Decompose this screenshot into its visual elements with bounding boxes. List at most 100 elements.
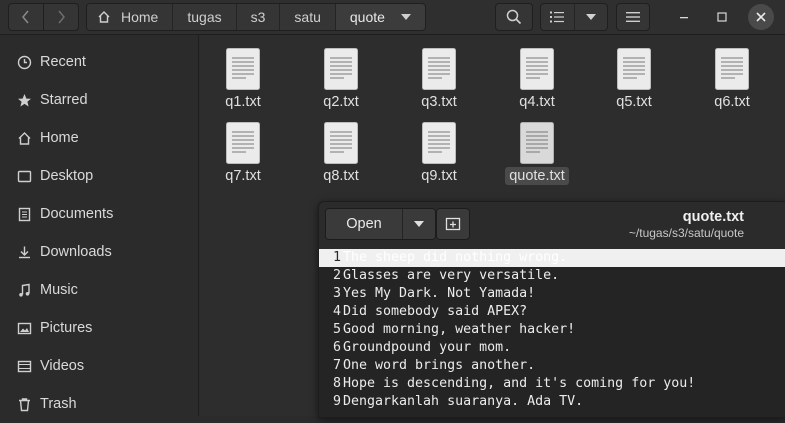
file-item[interactable]: q1.txt [203,48,283,111]
text-line: 9 Dengarkanlah suaranya. Ada TV. [319,393,785,411]
sidebar-item-starred[interactable]: Starred [0,81,198,119]
file-preview-popover: Open quote.txt ~/tugas/s3/satu/quote 1 Th… [318,201,785,418]
text-file-icon [422,48,456,90]
sidebar-item-videos[interactable]: Videos [0,347,198,385]
sidebar-item-downloads[interactable]: Downloads [0,233,198,271]
sidebar-item-home[interactable]: Home [0,119,198,157]
line-text: Yes My Dark. Not Yamada! [343,286,536,301]
dropdown-arrow-icon [414,221,424,227]
close-button[interactable] [748,4,774,30]
file-name: q6.txt [714,94,750,110]
chevron-right-icon [58,10,65,24]
text-line: 7 One word brings another. [319,357,785,375]
breadcrumb-quote[interactable]: quote [335,4,425,30]
file-item[interactable]: q4.txt [497,48,577,111]
preview-text-area[interactable]: 1 The sheep did nothing wrong. 2 Glasses a… [319,249,785,417]
file-item[interactable]: q8.txt [301,122,381,185]
text-line: 1 The sheep did nothing wrong. [319,249,785,267]
file-item[interactable]: q6.txt [692,48,772,111]
sidebar-item-music[interactable]: Music [0,271,198,309]
file-item[interactable]: q3.txt [399,48,479,111]
sidebar-item-pictures[interactable]: Pictures [0,309,198,347]
text-line: 3 Yes My Dark. Not Yamada! [319,285,785,303]
open-button[interactable]: Open [326,209,403,239]
text-file-icon [617,48,651,90]
dropdown-arrow-icon [400,14,411,20]
file-item[interactable]: q2.txt [301,48,381,111]
back-button[interactable] [8,3,44,31]
file-item[interactable]: q5.txt [594,48,674,111]
file-item-selected[interactable]: quote.txt [497,122,577,185]
maximize-button[interactable] [709,4,735,30]
line-text: One word brings another. [343,358,536,373]
desktop-icon [16,168,32,184]
text-file-icon [715,48,749,90]
file-item[interactable]: q9.txt [399,122,479,185]
line-text: Hope is descending, and it's coming for … [343,376,696,391]
chevron-left-icon [22,10,29,24]
home-icon [16,130,32,146]
sidebar-item-label: Desktop [40,168,94,184]
text-line: 4 Did somebody said APEX? [319,303,785,321]
minimize-button[interactable] [671,4,697,30]
line-number: 4 [332,304,341,319]
open-in-new-window-button[interactable] [436,208,470,240]
breadcrumb-tugas[interactable]: tugas [173,4,237,30]
text-line: 6 Groundpound your mom. [319,339,785,357]
sidebar-item-trash[interactable]: Trash [0,385,198,423]
text-line: 2 Glasses are very versatile. [319,267,785,285]
text-file-icon [520,122,554,164]
line-number: 7 [332,358,341,373]
text-file-icon [324,122,358,164]
header-bar: Home tugas s3 satu quote [0,0,785,35]
trash-icon [16,396,32,412]
file-name: q2.txt [323,94,359,110]
text-file-icon [226,122,260,164]
search-button[interactable] [495,3,533,31]
new-window-icon [445,217,461,231]
menu-button[interactable] [616,3,650,31]
line-number: 6 [332,340,341,355]
file-name: quote.txt [505,167,569,185]
search-icon [506,9,522,25]
view-options-button[interactable] [540,3,608,31]
sidebar-item-label: Documents [40,206,114,222]
close-icon [756,12,766,22]
forward-button[interactable] [43,3,79,31]
line-number: 3 [332,286,341,301]
file-item[interactable]: q7.txt [203,122,283,185]
sidebar-item-label: Pictures [40,320,93,336]
sidebar-item-label: Trash [40,396,77,412]
file-name: q7.txt [225,168,261,184]
open-with-dropdown[interactable] [403,209,435,239]
breadcrumb-home[interactable]: Home [87,4,174,30]
sidebar: Recent Starred Home Desktop Documents Do… [0,35,199,416]
line-text: The sheep did nothing wrong. [343,250,568,265]
file-name: q9.txt [421,168,457,184]
sidebar-item-documents[interactable]: Documents [0,195,198,233]
text-file-icon [520,48,554,90]
breadcrumb-label: Home [121,9,159,25]
breadcrumb-s3[interactable]: s3 [236,4,281,30]
music-icon [16,282,32,298]
sidebar-item-desktop[interactable]: Desktop [0,157,198,195]
line-number: 1 [332,250,341,265]
text-line: 8 Hope is descending, and it's coming for… [319,375,785,393]
sidebar-item-recent[interactable]: Recent [0,43,198,81]
line-text: Good morning, weather hacker! [343,322,576,337]
breadcrumb-label: s3 [250,9,266,25]
line-number: 8 [332,376,341,391]
text-line: 5 Good morning, weather hacker! [319,321,785,339]
sidebar-item-label: Music [40,282,78,298]
text-file-icon [226,48,260,90]
preview-title: quote.txt [682,209,744,225]
line-text: Glasses are very versatile. [343,268,560,283]
file-name: q1.txt [225,94,261,110]
line-number: 9 [332,394,341,409]
sidebar-item-label: Starred [40,92,88,108]
videos-icon [16,358,32,374]
text-file-icon [422,122,456,164]
download-icon [16,244,32,260]
breadcrumb-satu[interactable]: satu [280,4,336,30]
dropdown-arrow-icon [585,14,596,20]
